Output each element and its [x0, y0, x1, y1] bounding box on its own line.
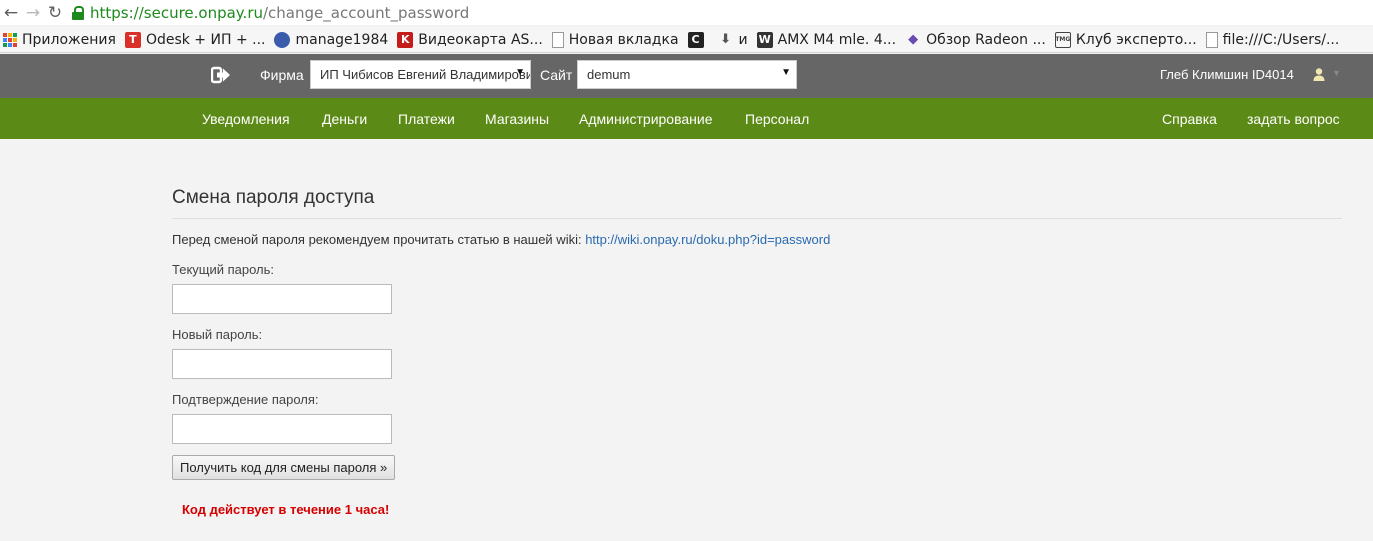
- bookmark-label: Обзор Radeon ...: [926, 31, 1046, 48]
- nav-item-shops[interactable]: Магазины: [485, 111, 549, 127]
- nav-item-staff[interactable]: Персонал: [745, 111, 809, 127]
- firm-dropdown-arrow-icon: ▼: [515, 67, 525, 78]
- download-arrow-icon: ⬇: [720, 32, 731, 47]
- page-icon: [551, 31, 564, 48]
- file-page-icon: [1205, 31, 1218, 48]
- current-password-input[interactable]: [172, 284, 392, 314]
- purple-gem-icon: ◆: [908, 32, 919, 47]
- firm-select[interactable]: ИП Чибисов Евгений Владимирович ▼: [310, 60, 531, 89]
- reload-icon[interactable]: ↻: [44, 2, 66, 24]
- site-dropdown-arrow-icon: ▼: [781, 67, 791, 78]
- bookmark-item[interactable]: T Odesk + ИП + ...: [122, 31, 272, 48]
- user-caret-icon[interactable]: ▼: [1332, 68, 1341, 78]
- bookmark-label: manage1984: [295, 31, 389, 48]
- title-divider: [172, 218, 1342, 219]
- confirm-password-label: Подтверждение пароля:: [172, 392, 319, 407]
- user-icon: [1313, 68, 1325, 81]
- bookmark-label: Видеокарта AS...: [418, 31, 543, 48]
- nav-item-payments[interactable]: Платежи: [398, 111, 455, 127]
- bookmark-item[interactable]: Приложения: [0, 32, 122, 48]
- logout-icon[interactable]: [211, 66, 231, 84]
- dark-logo-icon: C: [687, 31, 704, 48]
- site-select-value: demum: [587, 67, 631, 82]
- lock-icon: [72, 5, 84, 20]
- user-menu[interactable]: Глеб Климшин ID4014: [1160, 67, 1294, 82]
- nav-item-help[interactable]: Справка: [1162, 111, 1217, 127]
- bookmark-label: Odesk + ИП + ...: [145, 31, 266, 48]
- wiki-link[interactable]: http://wiki.onpay.ru/doku.php?id=passwor…: [585, 232, 830, 247]
- bookmark-item[interactable]: C: [685, 31, 715, 48]
- bookmarks-bar: Приложения T Odesk + ИП + ... manage1984 K Ви…: [0, 27, 1373, 53]
- bookmark-label: и: [738, 31, 748, 48]
- site-logo-icon: K: [397, 31, 414, 48]
- intro-text: Перед сменой пароля рекомендуем прочитат…: [172, 232, 830, 247]
- bookmark-label: file:///C:/Users/...: [1222, 31, 1340, 48]
- firm-label: Фирма: [260, 67, 304, 83]
- site-header: Фирма ИП Чибисов Евгений Владимирович ▼ …: [0, 54, 1373, 98]
- get-code-button[interactable]: Получить код для смены пароля »: [172, 455, 396, 480]
- bookmark-item[interactable]: TMG Клуб эксперто...: [1052, 31, 1203, 48]
- site-select[interactable]: demum ▼: [577, 60, 797, 89]
- site-label: Сайт: [540, 67, 573, 83]
- url-field[interactable]: https:// secure.onpay.ru /change_account…: [72, 2, 469, 24]
- bookmark-item[interactable]: Новая вкладка: [549, 31, 685, 48]
- page-title: Смена пароля доступа: [172, 187, 375, 208]
- main-nav: Уведомления Деньги Платежи Магазины Адми…: [0, 98, 1373, 139]
- firm-select-value: ИП Чибисов Евгений Владимирович: [320, 67, 531, 82]
- apps-grid-icon: [3, 32, 17, 47]
- bookmark-label: Приложения: [22, 31, 116, 48]
- nav-item-money[interactable]: Деньги: [322, 111, 367, 127]
- new-password-input[interactable]: [172, 349, 392, 379]
- bookmark-item[interactable]: file:///C:/Users/...: [1203, 31, 1346, 48]
- odesk-icon: T: [124, 31, 141, 48]
- bookmark-label: Клуб эксперто...: [1075, 31, 1197, 48]
- bookmark-label: AMX M4 mle. 4...: [777, 31, 897, 48]
- bookmark-item[interactable]: W AMX M4 mle. 4...: [754, 31, 902, 48]
- back-arrow-icon[interactable]: ←: [0, 2, 22, 24]
- intro-message: Перед сменой пароля рекомендуем прочитат…: [172, 232, 586, 247]
- forward-arrow-icon[interactable]: →: [22, 2, 44, 24]
- confirm-password-input[interactable]: [172, 414, 392, 444]
- current-password-label: Текущий пароль:: [172, 262, 275, 277]
- nav-item-notifications[interactable]: Уведомления: [202, 111, 290, 127]
- bookmark-label: Новая вкладка: [568, 31, 679, 48]
- bookmark-item[interactable]: ◆ Обзор Radeon ...: [902, 32, 1052, 48]
- bookmark-item[interactable]: K Видеокарта AS...: [394, 31, 548, 48]
- url-scheme: https://: [90, 3, 144, 22]
- new-password-label: Новый пароль:: [172, 327, 263, 342]
- url-path: /change_account_password: [263, 3, 470, 22]
- nav-item-administration[interactable]: Администрирование: [579, 111, 713, 127]
- nav-item-ask-question[interactable]: задать вопрос: [1247, 111, 1340, 127]
- bookmark-item[interactable]: ⬇ и: [715, 32, 754, 48]
- club-logo-icon: TMG: [1054, 31, 1071, 48]
- browser-address-bar: ← → ↻ https:// secure.onpay.ru /change_a…: [0, 0, 1373, 25]
- tank-shield-icon: W: [756, 31, 773, 48]
- code-validity-warning: Код действует в течение 1 часа!: [182, 502, 390, 517]
- bookmark-item[interactable]: manage1984: [271, 31, 394, 48]
- url-host: secure.onpay.ru: [143, 3, 263, 22]
- globe-icon: [274, 31, 291, 48]
